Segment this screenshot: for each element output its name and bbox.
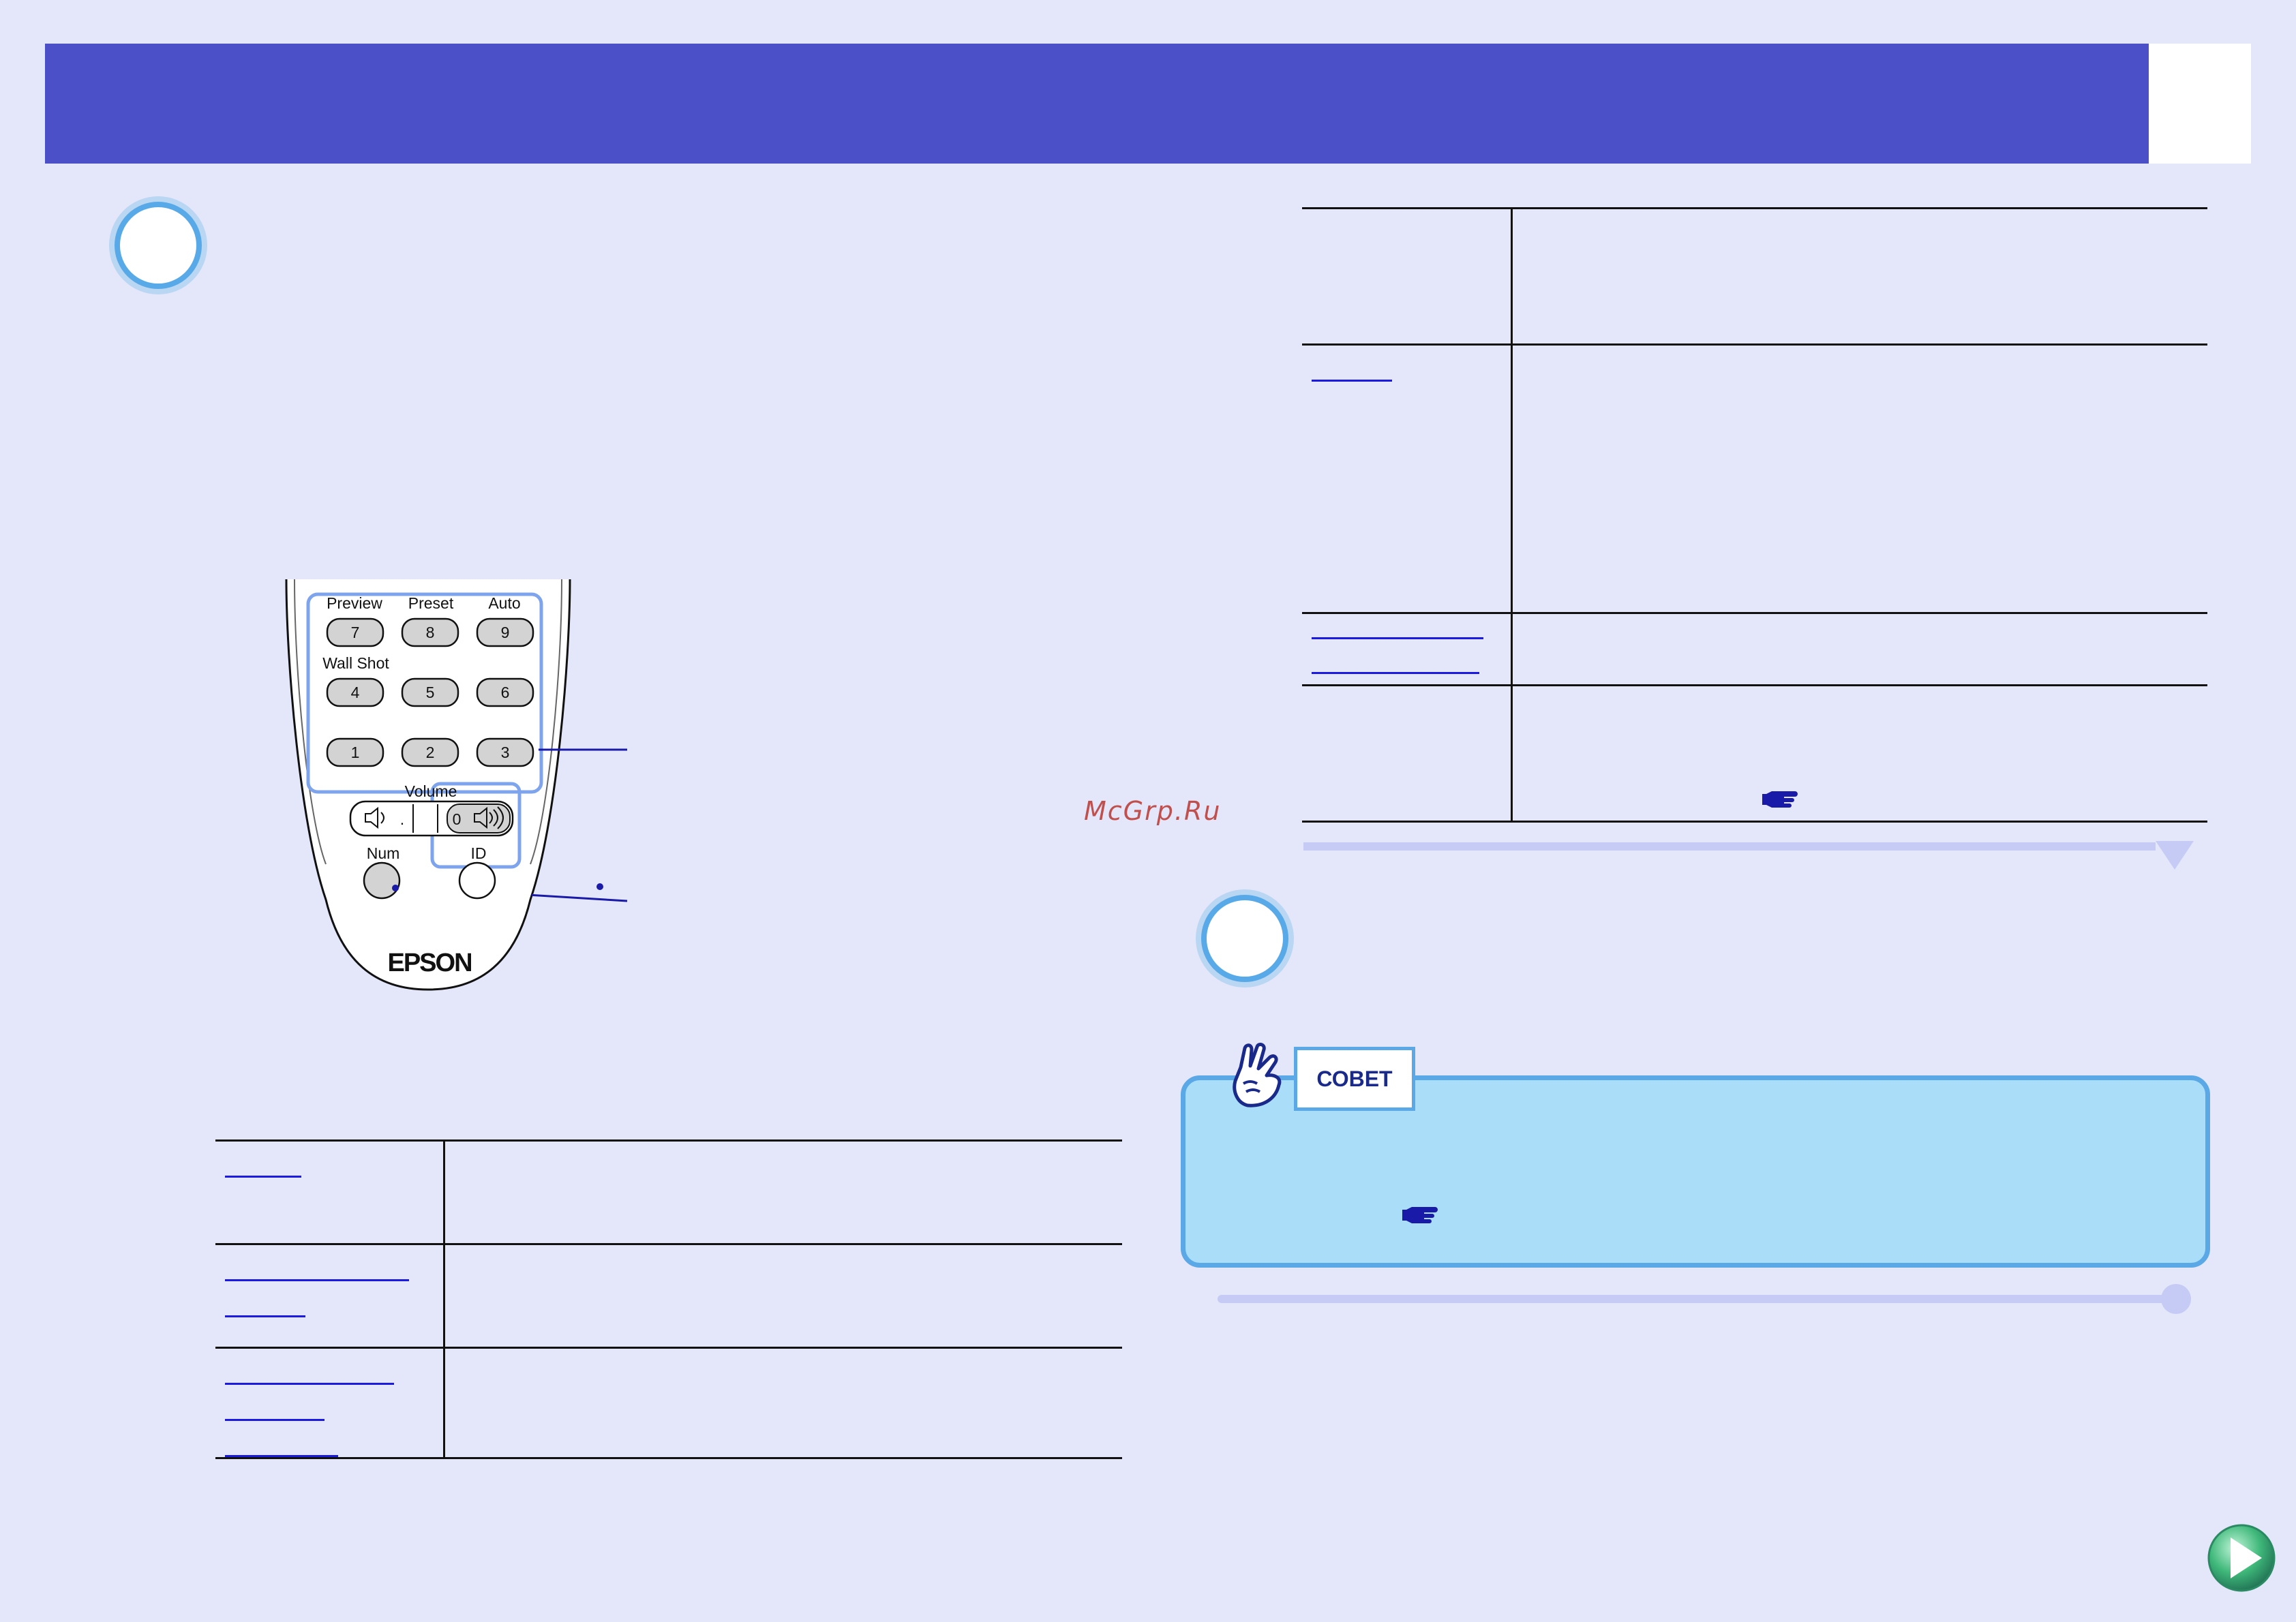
svg-text:5: 5 [426,684,435,701]
volume-rocker: . 0 [349,800,514,837]
pointing-hand-icon[interactable] [1759,789,1799,812]
callout-line-num-key [532,893,628,902]
section-end-dot [2161,1284,2191,1314]
next-page-button[interactable] [2206,1522,2277,1593]
table-row [215,1243,1122,1349]
key-9: 9 [476,617,534,647]
preset-label: Preset [408,594,454,612]
svg-text:3: 3 [501,744,510,761]
key-5: 5 [401,677,459,707]
table-row [1302,684,2207,823]
watermark: McGrp.Ru [1084,796,1222,826]
doc-link[interactable] [225,1445,338,1457]
key-7: 7 [326,617,384,647]
table-row [215,1139,1122,1245]
table-row [1302,343,2207,614]
doc-link[interactable] [225,1409,324,1421]
wall-shot-label: Wall Shot [322,654,389,672]
doc-link[interactable] [1312,628,1483,639]
table-row [1302,612,2207,686]
table-row [1302,207,2207,346]
table-row [215,1347,1122,1459]
svg-text:.: . [400,810,404,828]
preview-label: Preview [327,594,382,612]
id-label: ID [471,844,487,862]
callout-lines [532,748,628,902]
key-1: 1 [326,737,384,767]
doc-link[interactable] [225,1270,409,1281]
svg-text:6: 6 [501,684,510,701]
pointing-hand-icon[interactable] [1400,1204,1439,1227]
header-bar [45,44,2149,164]
tip-label: СОВЕТ [1294,1047,1415,1111]
key-4: 4 [326,677,384,707]
key-2: 2 [401,737,459,767]
doc-link[interactable] [225,1306,305,1317]
svg-text:7: 7 [351,624,360,641]
table-right [1302,207,2207,823]
key-3: 3 [476,737,534,767]
header-page-corner [2149,44,2251,164]
auto-label: Auto [488,594,520,612]
thumbs-up-hand-icon [1233,1043,1282,1107]
num-key-dot [392,885,399,891]
section-marker-1 [115,202,202,289]
doc-link[interactable] [225,1373,394,1385]
svg-text:8: 8 [426,624,435,641]
svg-text:9: 9 [501,624,510,641]
svg-text:4: 4 [351,684,360,701]
section-divider [1303,842,2156,851]
doc-link[interactable] [225,1166,301,1178]
key-6: 6 [476,677,534,707]
table-left [215,1139,1122,1459]
continue-down-arrow-icon [2156,841,2194,870]
volume-label: Volume [405,782,457,800]
num-label: Num [367,844,400,862]
svg-text:1: 1 [351,744,360,761]
doc-link[interactable] [1312,662,1479,674]
svg-text:2: 2 [426,744,435,761]
section-end-divider [1218,1295,2183,1303]
section-marker-2 [1201,895,1288,982]
epson-logo: EPSON [387,949,471,977]
id-key [458,861,496,900]
zero-key-label: 0 [453,810,462,828]
doc-link[interactable] [1312,370,1392,382]
key-8: 8 [401,617,459,647]
